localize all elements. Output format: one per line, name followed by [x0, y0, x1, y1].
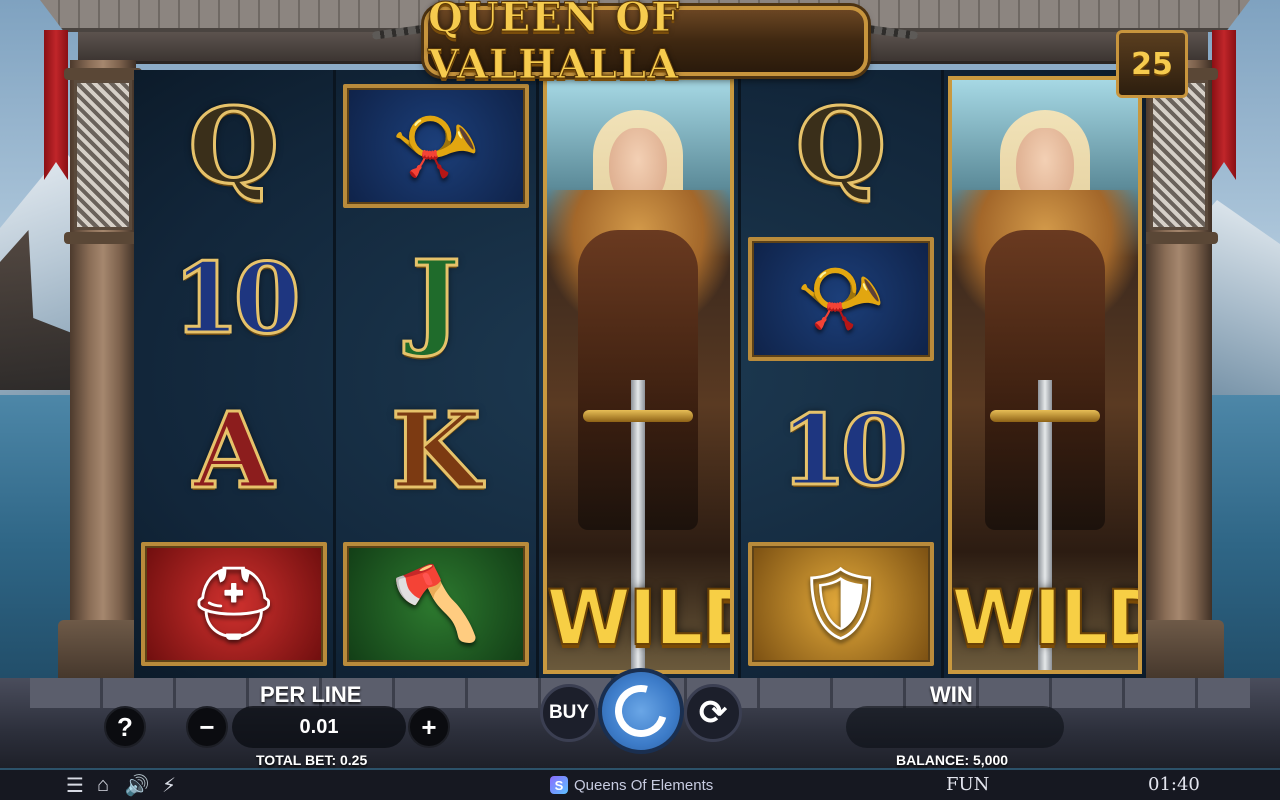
sound-icon[interactable]: 🔊	[124, 773, 150, 797]
win-value	[846, 706, 1064, 748]
reel-symbol: Q	[134, 70, 333, 222]
bet-per-line-value: 0.01	[232, 706, 406, 748]
viking-helmet-icon: ⛑	[140, 541, 327, 666]
viking-shield-icon-glyph: 🛡	[795, 564, 887, 644]
increase-bet-button[interactable]: +	[408, 706, 450, 748]
provider-brand: S Queens Of Elements	[550, 776, 713, 794]
reel-grid: Q 10 A ⛑ 📯 JK 🪓 WILD Q 📯 10 🛡 WILD	[134, 70, 1146, 680]
reel-4: Q 📯 10 🛡	[741, 70, 944, 680]
symbol-j: J	[410, 236, 462, 360]
viking-helmet-icon-glyph: ⛑	[187, 564, 280, 644]
turbo-icon[interactable]: ⚡	[156, 773, 182, 797]
reel-symbol: 🪓	[336, 528, 535, 680]
drinking-horn-icon: 📯	[747, 236, 934, 361]
axe-icon: 🪓	[343, 541, 530, 666]
win-label: WIN	[930, 682, 973, 707]
pillar-right	[1140, 60, 1218, 680]
paylines-badge[interactable]: 25	[1116, 30, 1188, 98]
buy-feature-button[interactable]: BUY	[540, 684, 598, 742]
red-banner-right	[1212, 30, 1236, 180]
game-title-plaque: QUEEN OF VALHALLA	[424, 0, 868, 89]
celtic-knot-carving	[1150, 80, 1208, 230]
clock: 01:40	[1148, 774, 1200, 795]
reel-5: WILD	[944, 70, 1146, 680]
drinking-horn-icon-glyph: 📯	[391, 106, 481, 187]
pillar-left	[64, 60, 142, 680]
reel-3: WILD	[539, 70, 742, 680]
per-line-label: PER LINE	[260, 682, 362, 707]
reel-symbol: A	[134, 375, 333, 527]
play-mode-label: FUN	[946, 774, 990, 795]
balance-label: BALANCE: 5,000	[896, 752, 1009, 768]
home-icon[interactable]: ⌂	[90, 773, 116, 797]
wild-label: WILD	[546, 572, 730, 663]
pillar-ring	[64, 68, 142, 80]
reel-symbol: 10	[134, 223, 333, 375]
game-title: QUEEN OF VALHALLA	[428, 0, 681, 89]
pillar-ring	[1140, 232, 1218, 244]
reel-symbol: J	[336, 223, 535, 375]
sword-guard	[989, 410, 1100, 422]
pillar-ring	[64, 232, 142, 244]
provider-name: Queens Of Elements	[574, 776, 714, 794]
symbol-10: 10	[779, 394, 910, 507]
symbol-q: Q	[794, 84, 888, 207]
wild-valkyrie-symbol: WILD	[542, 76, 735, 674]
reel-symbol: ⛑	[134, 528, 333, 680]
decrease-bet-button[interactable]: −	[186, 706, 228, 748]
drinking-horn-icon: 📯	[343, 84, 530, 208]
symbol-a: A	[192, 389, 276, 512]
reel-1: Q 10 A ⛑	[134, 70, 337, 680]
reel-symbol: 📯	[336, 70, 535, 222]
reel-symbol: K	[336, 375, 535, 527]
autoplay-button[interactable]: ⟳	[684, 684, 742, 742]
reel-symbol: 10	[741, 375, 940, 527]
axe-icon-glyph: 🪓	[391, 564, 481, 644]
red-banner-left	[44, 30, 68, 180]
spin-icon	[605, 675, 677, 747]
symbol-q: Q	[187, 84, 281, 207]
reel-symbol: Q	[741, 70, 940, 222]
total-bet-label: TOTAL BET: 0.25	[256, 752, 368, 768]
spin-button[interactable]	[598, 668, 684, 754]
wild-label: WILD	[951, 572, 1138, 663]
reel-symbol: 📯	[741, 223, 940, 375]
symbol-k: K	[389, 389, 482, 512]
sword-guard	[583, 410, 694, 422]
drinking-horn-icon-glyph: 📯	[796, 259, 886, 339]
reel-symbol: 🛡	[741, 528, 940, 680]
reel-2: 📯 J K 🪓	[336, 70, 539, 680]
provider-logo-icon: S	[550, 776, 568, 794]
help-button[interactable]: ?	[104, 706, 146, 748]
celtic-knot-carving	[74, 80, 132, 230]
wild-valkyrie-symbol: WILD	[947, 76, 1142, 674]
menu-icon[interactable]: ☰	[62, 773, 88, 797]
autoplay-icon: ⟳	[698, 694, 728, 732]
symbol-10: 10	[171, 241, 302, 355]
viking-shield-icon: 🛡	[747, 541, 934, 666]
